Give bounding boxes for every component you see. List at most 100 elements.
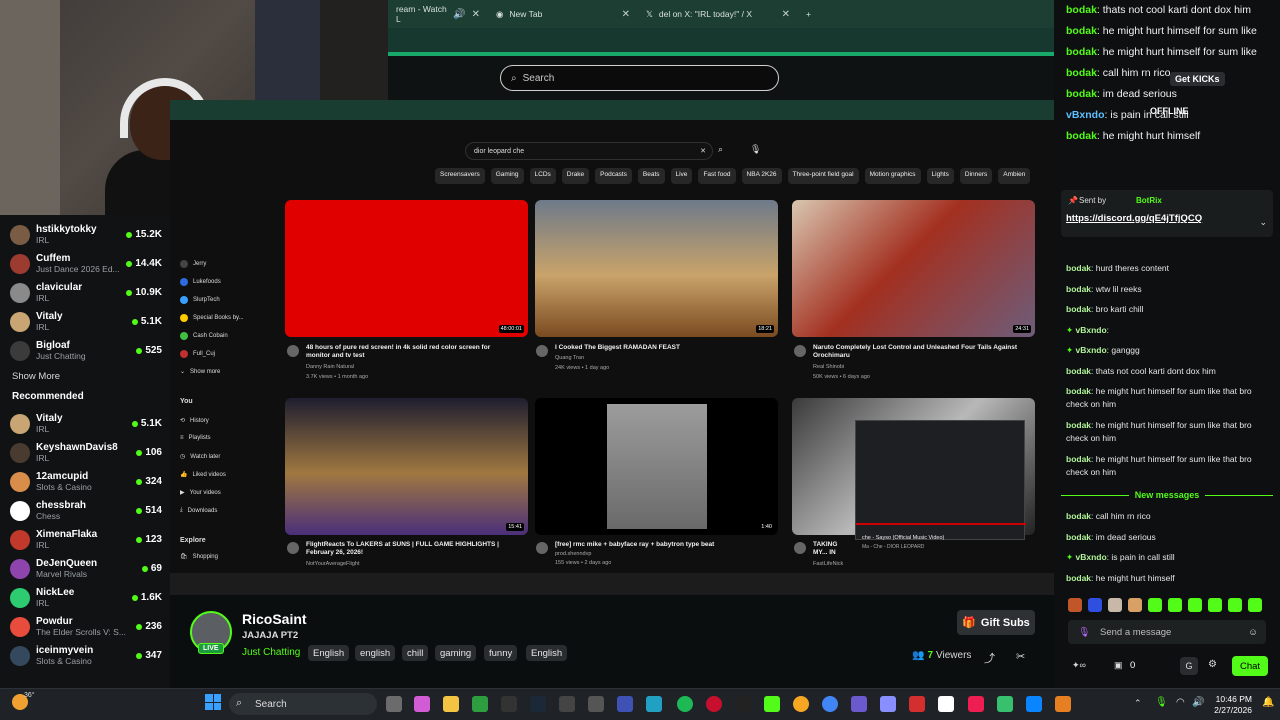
wifi-icon[interactable]: ◠ <box>1176 697 1185 708</box>
video-thumbnail[interactable]: 18:21 <box>535 200 778 337</box>
chat-username[interactable]: vBxndo <box>1075 325 1106 335</box>
inner-show-more[interactable]: ⌄ Show more <box>180 368 260 376</box>
gift-subs-button[interactable]: 🎁 Gift Subs <box>957 610 1035 635</box>
search-icon[interactable]: ⌕ <box>718 144 723 155</box>
close-icon[interactable]: ✕ <box>622 9 630 20</box>
inner-you-heading[interactable]: You <box>180 398 260 405</box>
taskbar-search[interactable]: Search <box>229 693 377 715</box>
chat-username[interactable]: bodak <box>1066 67 1097 79</box>
filter-chip[interactable]: Screensavers <box>435 168 485 184</box>
xbox-icon[interactable] <box>472 696 488 712</box>
app-icon[interactable] <box>617 696 633 712</box>
search-input[interactable]: ⌕ Search <box>500 65 779 91</box>
filter-chip[interactable]: Lights <box>926 168 954 184</box>
sidebar-channel-item[interactable]: Cuffem Just Dance 2026 Ed... 14.4K <box>0 249 170 278</box>
video-thumbnail[interactable]: 24:31 <box>792 200 1035 337</box>
channel-avatar[interactable] <box>287 542 299 554</box>
kick-icon[interactable] <box>764 696 780 712</box>
video-channel[interactable]: Quang Tran <box>555 355 584 362</box>
epic-games-icon[interactable] <box>501 696 517 712</box>
video-title[interactable]: TAKING MY... IN NORTH C... <box>813 541 853 557</box>
settings-app-icon[interactable] <box>588 696 604 712</box>
filter-chip[interactable]: Live <box>670 168 693 184</box>
spotify-icon[interactable] <box>677 696 693 712</box>
sidebar-channel-item[interactable]: clavicular IRL 10.9K <box>0 278 170 307</box>
opera-icon[interactable] <box>706 696 722 712</box>
chat-username[interactable]: bodak <box>1066 511 1091 521</box>
filter-chip[interactable]: Three-point field goal <box>787 168 859 184</box>
roblox-icon[interactable] <box>938 696 954 712</box>
emote-icon[interactable] <box>1128 598 1142 612</box>
tag[interactable]: English <box>308 645 350 661</box>
close-icon[interactable]: ✕ <box>472 9 480 20</box>
sidebar-channel-item[interactable]: KeyshawnDavis8 IRL 106 <box>0 438 170 467</box>
filter-chip[interactable]: Drake <box>561 168 590 184</box>
app-icon[interactable] <box>793 696 809 712</box>
video-thumbnail[interactable]: 48:00:01 <box>285 200 528 337</box>
channel-avatar[interactable] <box>794 345 806 357</box>
filter-chip[interactable]: Ambien <box>998 168 1031 184</box>
chat-username[interactable]: bodak <box>1066 532 1091 542</box>
chat-username[interactable]: vBxndo <box>1075 552 1106 562</box>
sidebar-channel-item[interactable]: XimenaFlaka IRL 123 <box>0 525 170 554</box>
inner-side-item[interactable]: ≡ Playlists <box>180 435 260 441</box>
chat-username[interactable]: bodak <box>1066 263 1091 273</box>
new-messages-divider[interactable]: New messages <box>1061 489 1274 501</box>
inner-search-input[interactable]: dior leopard che ✕ <box>465 142 713 160</box>
inner-side-item[interactable]: SlurpTech <box>180 296 260 304</box>
chat-input[interactable]: 🎙 Send a message ☺ <box>1068 620 1266 644</box>
get-kicks-button[interactable]: Get KICKs <box>1170 72 1225 86</box>
stream-category[interactable]: Just Chatting <box>242 647 300 658</box>
video-channel[interactable]: Danny Rain Natural <box>306 364 354 371</box>
emote-icon[interactable] <box>1088 598 1102 612</box>
channel-avatar[interactable] <box>287 345 299 357</box>
chat-username[interactable]: bodak <box>1066 4 1097 16</box>
inner-side-item[interactable]: ◷ Watch later <box>180 453 260 461</box>
share-icon[interactable]: ⤴ <box>984 650 995 666</box>
chat-username[interactable]: bodak <box>1066 88 1097 100</box>
chat-username[interactable]: bodak <box>1066 46 1097 58</box>
windows-start-icon[interactable] <box>205 694 221 710</box>
video-channel[interactable]: NotYourAverageFlight <box>306 561 360 568</box>
filter-chip[interactable]: Gaming <box>490 168 524 184</box>
capcut-icon[interactable] <box>735 696 751 712</box>
chat-username[interactable]: bodak <box>1066 420 1091 430</box>
sidebar-channel-item[interactable]: Vitaly IRL 5.1K <box>0 307 170 336</box>
copilot-icon[interactable] <box>414 696 430 712</box>
mic-icon[interactable]: 🎙 <box>1078 627 1090 638</box>
chat-username[interactable]: vBxndo <box>1075 345 1106 355</box>
chat-username[interactable]: vBxndo <box>1066 109 1105 121</box>
points-icon[interactable]: ✦∞ <box>1072 660 1086 671</box>
chat-username[interactable]: bodak <box>1066 573 1091 583</box>
tag[interactable]: funny <box>484 645 518 661</box>
kick-shop-icon[interactable]: ▣ <box>1114 660 1123 671</box>
clip-icon[interactable]: ✂ <box>1016 650 1025 663</box>
video-title[interactable]: Naruto Completely Lost Control and Unlea… <box>813 344 1028 360</box>
inner-side-item[interactable]: Cash Cobain <box>180 332 260 340</box>
sidebar-channel-item[interactable]: DeJenQueen Marvel Rivals 69 <box>0 554 170 583</box>
tag[interactable]: gaming <box>435 645 477 661</box>
user-avatar-button[interactable]: G <box>1180 657 1198 675</box>
filter-chip[interactable]: NBA 2K26 <box>741 168 782 184</box>
steam-icon[interactable] <box>530 696 546 712</box>
mic-icon[interactable]: 🎙 <box>750 144 761 155</box>
inner-side-item[interactable]: ⟲ History <box>180 417 260 425</box>
video-thumbnail[interactable]: 1:40 <box>535 398 778 535</box>
inner-side-item[interactable]: 👍 Liked videos <box>180 471 260 479</box>
chat-username[interactable]: bodak <box>1066 284 1091 294</box>
emote-icon[interactable] <box>1228 598 1242 612</box>
sidebar-channel-item[interactable]: 12amcupid Slots & Casino 324 <box>0 467 170 496</box>
filter-chip[interactable]: Dinners <box>959 168 993 184</box>
filter-chip[interactable]: Beats <box>637 168 665 184</box>
app-icon[interactable] <box>559 696 575 712</box>
channel-avatar[interactable] <box>794 542 806 554</box>
emote-icon[interactable] <box>1248 598 1262 612</box>
filter-chip[interactable]: Motion graphics <box>864 168 921 184</box>
edge-icon[interactable] <box>646 696 662 712</box>
tiktok-icon[interactable] <box>968 696 984 712</box>
pinned-link[interactable]: https://discord.gg/qE4jTfjQCQ <box>1066 213 1202 224</box>
app-icon[interactable] <box>880 696 896 712</box>
inner-side-item[interactable]: ⤓ Downloads <box>180 507 260 514</box>
gear-icon[interactable]: ⚙ <box>1208 659 1217 670</box>
chat-username[interactable]: bodak <box>1066 366 1091 376</box>
